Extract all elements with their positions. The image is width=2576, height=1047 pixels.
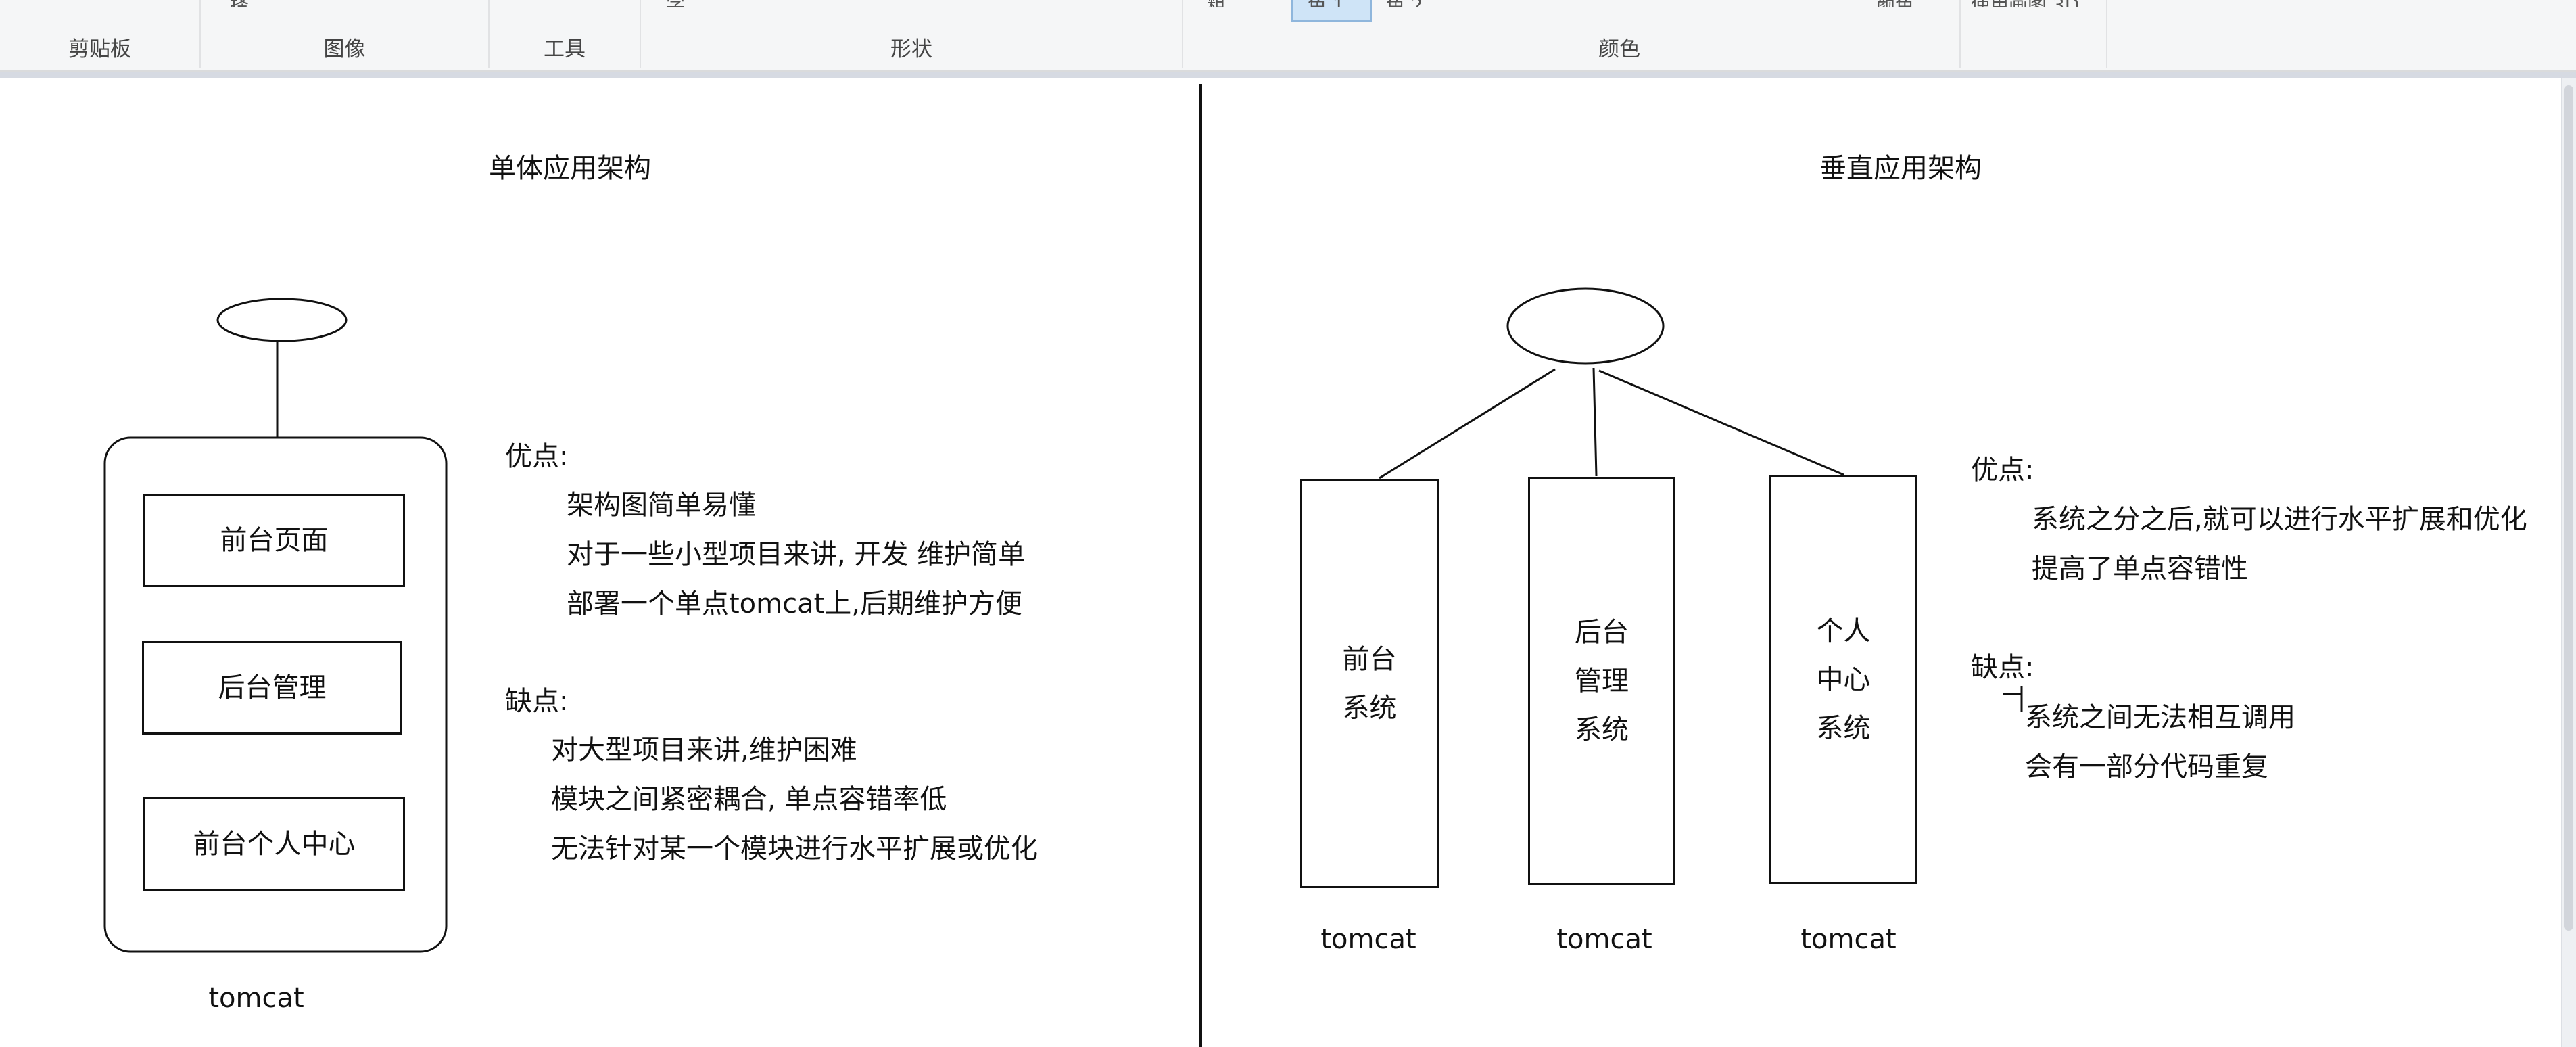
group-label-image: 图像: [323, 37, 366, 62]
vertical-con-item: 会有一部分代码重复: [2025, 751, 2268, 783]
user-center-box: 前台个人中心: [143, 797, 405, 891]
monolith-tomcat-label: tomcat: [208, 983, 304, 1014]
tomcat-label: tomcat: [1556, 924, 1652, 955]
group-shapes: 形状: [641, 0, 1182, 70]
group-label-clipboard: 剪贴板: [68, 37, 131, 62]
vertical-pros-heading: 优点:: [1971, 455, 2034, 486]
system-label-line: 系统: [1816, 712, 1871, 744]
user-center-system-box: 个人 中心 系统: [1769, 475, 1917, 884]
monolith-pro-item: 对于一些小型项目来讲, 开发 维护简单: [567, 539, 1026, 570]
tomcat-label: tomcat: [1800, 924, 1897, 955]
monolith-pro-item: 架构图简单易懂: [567, 490, 756, 521]
system-label-line: 前台: [1342, 643, 1397, 675]
group-divider: [2106, 0, 2107, 68]
monolith-pros-heading: 优点:: [505, 441, 569, 472]
group-divider: [1959, 0, 1961, 68]
ribbon-toolbar: 择 字 粗 色 1 色 2 颜色 使用画图 3D 进行编辑 剪贴板 图像 工具 …: [0, 0, 2576, 72]
monolith-pro-item: 部署一个单点tomcat上,后期维护方便: [567, 588, 1023, 620]
user-ellipse: [216, 298, 348, 342]
monolith-con-item: 无法针对某一个模块进行水平扩展或优化: [551, 833, 1038, 864]
group-colors: 颜色: [1183, 0, 2055, 70]
vertical-pro-item: 提高了单点容错性: [2032, 553, 2248, 584]
vertical-title: 垂直应用架构: [1819, 153, 1982, 184]
tomcat-label: tomcat: [1320, 924, 1416, 955]
admin-box: 后台管理: [142, 641, 402, 735]
scrollbar-thumb[interactable]: [2564, 85, 2573, 931]
frontend-system-box: 前台 系统: [1300, 479, 1439, 888]
system-label-line: 后台: [1575, 617, 1629, 648]
drawing-canvas[interactable]: 单体应用架构 前台页面 后台管理 前台个人中心 tomcat 优点: 架构图简单…: [0, 78, 2576, 1047]
group-clipboard: 剪贴板: [0, 0, 199, 70]
group-label-tools: 工具: [544, 37, 586, 62]
group-tools: 工具: [490, 0, 640, 70]
monolith-cons-heading: 缺点:: [505, 686, 569, 717]
system-label-line: 中心: [1816, 664, 1871, 695]
connector-line: [1598, 369, 1844, 476]
user-ellipse: [1506, 287, 1665, 365]
connector-line: [1379, 368, 1556, 480]
monolith-title: 单体应用架构: [489, 153, 651, 184]
system-label-line: 管理: [1575, 666, 1629, 697]
monolith-con-item: 模块之间紧密耦合, 单点容错率低: [551, 784, 947, 815]
admin-system-box: 后台 管理 系统: [1528, 477, 1675, 885]
group-label-colors: 颜色: [1598, 37, 1640, 62]
group-image: 图像: [201, 0, 488, 70]
ribbon-bottom-strip: [0, 72, 2576, 78]
vertical-con-item: 系统之间无法相互调用: [2025, 702, 2295, 733]
vertical-pro-item: 系统之分之后,就可以进行水平扩展和优化: [2032, 504, 2527, 535]
vertical-cons-heading: 缺点:: [1971, 652, 2034, 683]
frontend-page-box: 前台页面: [143, 494, 405, 587]
system-label-line: 系统: [1575, 714, 1629, 745]
system-label-line: 个人: [1816, 615, 1871, 647]
monolith-con-item: 对大型项目来讲,维护困难: [551, 735, 857, 766]
connector-line: [1592, 367, 1598, 477]
system-label-line: 系统: [1342, 692, 1397, 724]
group-label-shapes: 形状: [890, 37, 932, 62]
